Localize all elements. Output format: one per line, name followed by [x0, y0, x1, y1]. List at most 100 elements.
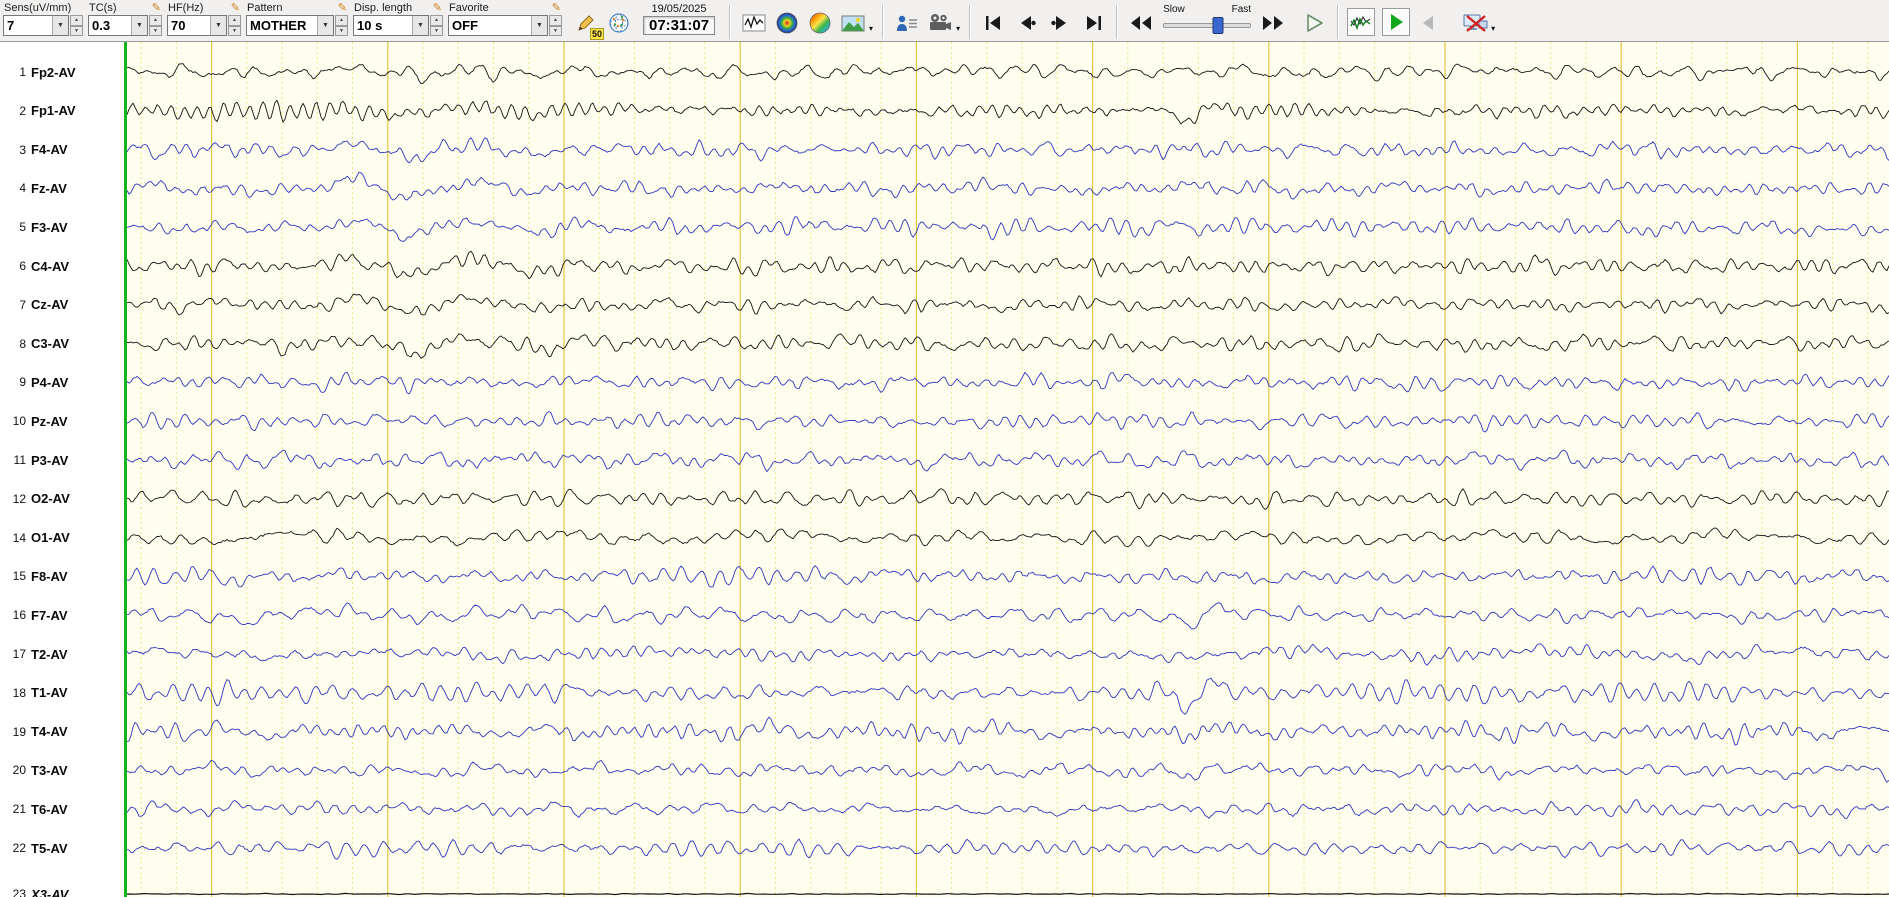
edit-pencil-icon[interactable]: ✎ — [231, 2, 240, 14]
channel-row[interactable]: 17 T2-AV — [0, 646, 124, 662]
favorite-control: Favorite ✎ OFF ▼ ▲ ▼ — [448, 1, 562, 36]
tc-select[interactable]: 0.3 ▼ — [88, 15, 148, 36]
channel-number: 15 — [12, 569, 26, 584]
time-display: 07:31:07 — [643, 16, 716, 35]
gray-back-icon — [1423, 16, 1434, 30]
back-disabled-button[interactable] — [1413, 8, 1443, 38]
channel-row[interactable]: 4 Fz-AV — [0, 180, 124, 196]
chevron-down-icon[interactable]: ▼ — [52, 16, 68, 35]
channel-row[interactable]: 14 O1-AV — [0, 530, 124, 546]
channel-row[interactable]: 1 Fp2-AV — [0, 64, 124, 80]
channel-row[interactable]: 8 C3-AV — [0, 336, 124, 352]
disp-length-stepper[interactable]: ▲ ▼ — [430, 15, 443, 36]
video-dropdown-arrow[interactable]: ▾ — [956, 24, 960, 33]
chevron-down-icon[interactable]: ▼ — [131, 16, 147, 35]
channel-row[interactable]: 15 F8-AV — [0, 568, 124, 584]
speed-slider-track[interactable] — [1163, 16, 1252, 34]
color-map-icon — [809, 12, 831, 34]
speed-slider-handle[interactable] — [1212, 17, 1224, 34]
channel-label: Cz-AV — [31, 297, 69, 313]
channel-number: 16 — [12, 608, 26, 623]
stepper-up-icon[interactable]: ▲ — [228, 15, 241, 26]
edit-pencil-icon[interactable]: ✎ — [338, 2, 347, 14]
video-button[interactable] — [925, 8, 955, 38]
channel-row[interactable]: 23 X3-AV — [0, 886, 124, 897]
channel-row[interactable]: 5 F3-AV — [0, 219, 124, 235]
pattern-stepper[interactable]: ▲ ▼ — [335, 15, 348, 36]
photo-dropdown-arrow[interactable]: ▾ — [869, 24, 873, 33]
channel-row[interactable]: 12 O2-AV — [0, 491, 124, 507]
play-button[interactable] — [1299, 8, 1329, 38]
globe-map-button[interactable] — [604, 8, 634, 38]
stepper-up-icon[interactable]: ▲ — [149, 15, 162, 26]
step-forward-button[interactable] — [1045, 8, 1075, 38]
channel-row[interactable]: 10 Pz-AV — [0, 413, 124, 429]
sens-stepper[interactable]: ▲ ▼ — [70, 15, 83, 36]
chevron-down-icon[interactable]: ▼ — [210, 16, 226, 35]
stepper-down-icon[interactable]: ▼ — [430, 25, 443, 36]
chevron-down-icon[interactable]: ▼ — [412, 16, 428, 35]
stepper-down-icon[interactable]: ▼ — [549, 25, 562, 36]
pencil-tool-button[interactable]: 50 — [571, 8, 604, 40]
photo-button[interactable] — [838, 8, 868, 38]
trend-review-button[interactable] — [1347, 8, 1376, 36]
edit-pencil-icon[interactable]: ✎ — [552, 2, 561, 14]
trace-area[interactable] — [127, 42, 1889, 897]
channel-row[interactable]: 2 Fp1-AV — [0, 103, 124, 119]
channel-row[interactable]: 3 F4-AV — [0, 142, 124, 158]
channel-row[interactable]: 16 F7-AV — [0, 607, 124, 623]
toolbar-separator — [969, 5, 972, 39]
step-back-button[interactable] — [1012, 8, 1042, 38]
goto-end-button[interactable] — [1078, 8, 1108, 38]
favorite-stepper[interactable]: ▲ ▼ — [549, 15, 562, 36]
channel-label: T6-AV — [31, 801, 68, 817]
stepper-up-icon[interactable]: ▲ — [430, 15, 443, 26]
channel-number: 6 — [19, 259, 26, 273]
toolbar-separator — [729, 5, 732, 39]
edit-pencil-icon[interactable]: ✎ — [152, 2, 161, 14]
rewind-button[interactable] — [1126, 8, 1156, 38]
channel-label: C3-AV — [31, 336, 70, 352]
chevron-down-icon[interactable]: ▼ — [531, 16, 547, 35]
stepper-down-icon[interactable]: ▼ — [149, 25, 162, 36]
channel-row[interactable]: 21 T6-AV — [0, 801, 124, 817]
hf-stepper[interactable]: ▲ ▼ — [228, 15, 241, 36]
pattern-control: Pattern ✎ MOTHER ▼ ▲ ▼ — [246, 1, 348, 36]
auto-play-button[interactable] — [1382, 8, 1411, 36]
stepper-down-icon[interactable]: ▼ — [335, 25, 348, 36]
channel-row[interactable]: 20 T3-AV — [0, 762, 124, 778]
channel-label: F7-AV — [31, 607, 68, 623]
chevron-down-icon[interactable]: ▼ — [317, 16, 333, 35]
waveform-display-button[interactable] — [739, 8, 769, 38]
edit-pencil-icon[interactable]: ✎ — [433, 2, 442, 14]
patient-info-button[interactable] — [892, 8, 922, 38]
brain-map-icon — [776, 12, 798, 34]
channel-row[interactable]: 11 P3-AV — [0, 452, 124, 468]
goto-start-button[interactable] — [979, 8, 1009, 38]
stepper-up-icon[interactable]: ▲ — [549, 15, 562, 26]
channel-row[interactable]: 18 T1-AV — [0, 685, 124, 701]
network-dropdown-arrow[interactable]: ▾ — [1491, 24, 1495, 33]
network-status-button[interactable] — [1460, 8, 1490, 38]
channel-number: 12 — [12, 491, 26, 506]
sens-control: Sens(uV/mm) 7 ▼ ▲ ▼ — [3, 1, 83, 36]
channel-row[interactable]: 9 P4-AV — [0, 374, 124, 390]
tc-stepper[interactable]: ▲ ▼ — [149, 15, 162, 36]
favorite-select[interactable]: OFF ▼ — [448, 15, 548, 36]
channel-row[interactable]: 19 T4-AV — [0, 724, 124, 740]
sens-select[interactable]: 7 ▼ — [3, 15, 69, 36]
hf-select[interactable]: 70 ▼ — [167, 15, 227, 36]
speed-slider[interactable]: Slow Fast — [1163, 4, 1252, 34]
fast-forward-button[interactable] — [1258, 8, 1288, 38]
channel-row[interactable]: 6 C4-AV — [0, 258, 124, 274]
stepper-up-icon[interactable]: ▲ — [70, 15, 83, 26]
color-map-button[interactable] — [805, 8, 835, 38]
disp-length-select[interactable]: 10 s ▼ — [353, 15, 429, 36]
pattern-select[interactable]: MOTHER ▼ — [246, 15, 334, 36]
channel-row[interactable]: 7 Cz-AV — [0, 297, 124, 313]
stepper-up-icon[interactable]: ▲ — [335, 15, 348, 26]
stepper-down-icon[interactable]: ▼ — [228, 25, 241, 36]
stepper-down-icon[interactable]: ▼ — [70, 25, 83, 36]
channel-row[interactable]: 22 T5-AV — [0, 840, 124, 856]
brain-topography-button[interactable] — [772, 8, 802, 38]
